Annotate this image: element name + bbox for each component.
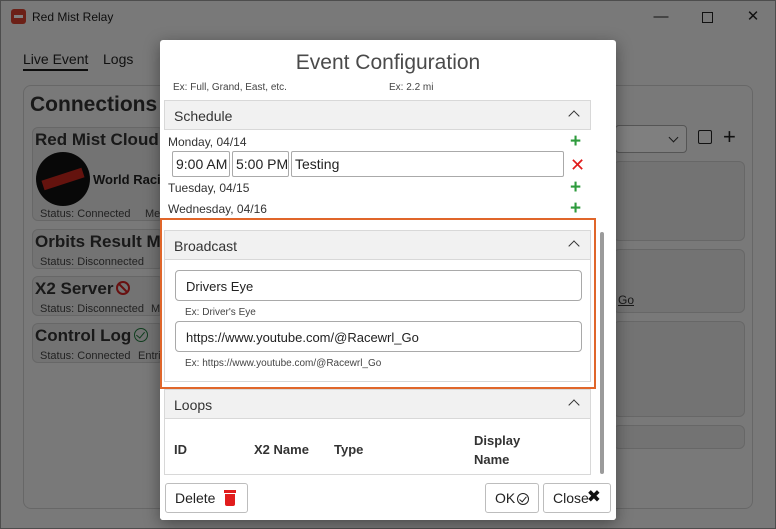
remove-entry-icon[interactable]: ✕ (570, 156, 585, 174)
column-header-type: Type (334, 442, 364, 457)
schedule-day-tuesday: Tuesday, 04/15 (168, 181, 250, 195)
close-icon: ✖ (586, 487, 601, 506)
column-header-display-name: Display Name (474, 433, 521, 467)
ok-button[interactable]: OK (485, 483, 539, 513)
schedule-day-wednesday: Wednesday, 04/16 (168, 202, 267, 216)
chevron-up-icon[interactable] (568, 110, 580, 122)
dialog-title: Event Configuration (295, 51, 481, 74)
schedule-description-input[interactable]: Testing (291, 151, 564, 177)
end-time-input[interactable]: 5:00 PM (232, 151, 289, 177)
schedule-day-monday: Monday, 04/14 (168, 135, 247, 149)
schedule-section-header[interactable]: Schedule (164, 100, 591, 130)
column-header-x2-name: X2 Name (254, 442, 309, 457)
ok-button-label: OK (495, 490, 516, 506)
dialog-scrollbar[interactable] (600, 232, 604, 474)
broadcast-highlight-box (160, 218, 596, 389)
chevron-up-icon[interactable] (568, 399, 580, 411)
check-circle-icon (517, 493, 529, 505)
add-schedule-entry-icon[interactable]: + (570, 199, 581, 218)
schedule-label: Schedule (174, 108, 233, 124)
column-header-id: ID (174, 442, 187, 457)
event-configuration-dialog: Event Configuration Ex: Full, Grand, Eas… (160, 40, 616, 520)
track-type-hint: Ex: Full, Grand, East, etc. (173, 82, 287, 93)
loops-section-header[interactable]: Loops (164, 389, 591, 419)
loops-label: Loops (174, 397, 213, 413)
trash-icon (224, 490, 236, 506)
add-schedule-entry-icon[interactable]: + (570, 178, 581, 197)
close-button[interactable]: Close ✖ (543, 483, 611, 513)
add-schedule-entry-icon[interactable]: + (570, 132, 581, 151)
delete-button[interactable]: Delete (165, 483, 248, 513)
start-time-input[interactable]: 9:00 AM (172, 151, 230, 177)
close-button-label: Close (553, 490, 589, 506)
track-length-hint: Ex: 2.2 mi (389, 82, 434, 93)
delete-button-label: Delete (175, 490, 216, 506)
